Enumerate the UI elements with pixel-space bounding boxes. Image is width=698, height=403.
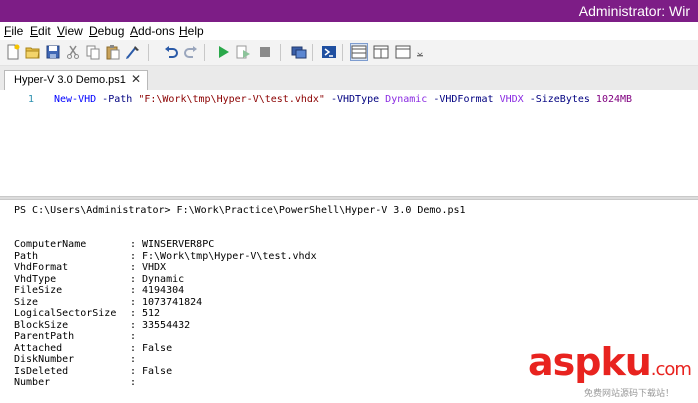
property-separator: : [130,319,137,331]
property-name: VhdFormat [14,262,69,273]
layout-max-icon[interactable] [394,43,412,61]
run-icon[interactable] [214,43,232,61]
property-separator: : [130,239,137,250]
open-folder-icon[interactable] [24,43,42,61]
property-separator: : [130,308,137,319]
property-name: DiskNumber [14,354,75,365]
powershell-console-icon[interactable] [320,43,338,61]
property-separator: : [130,365,137,377]
code-number: 1024MB [595,94,633,105]
property-name: Size [14,296,39,308]
toolbar [0,40,698,66]
menu-file[interactable]: File [4,24,23,38]
property-name: Path [14,250,39,262]
property-name: ComputerName [14,239,87,250]
layout-right-icon[interactable] [372,43,390,61]
layout-top-icon[interactable] [350,43,368,61]
property-value: False [142,365,173,377]
run-selection-icon[interactable] [234,43,252,61]
code-cmdlet: New-VHD [54,94,97,105]
save-icon[interactable] [44,43,62,61]
code-line: New-VHD -Path "F:\Work\tmp\Hyper-V\test.… [54,94,632,105]
code-string: "F:\Work\tmp\Hyper-V\test.vhdx" [138,94,325,105]
menu-edit[interactable]: Edit [30,24,51,38]
watermark-logo: aspku.com 免费网站源码下载站！ [528,340,696,401]
cut-icon[interactable] [64,43,82,61]
clear-icon[interactable] [124,43,142,61]
menu-view[interactable]: View [57,24,83,38]
property-name: FileSize [14,285,63,296]
toolbar-separator [204,44,205,61]
property-separator: : [130,342,137,354]
copy-icon[interactable] [84,43,102,61]
property-name: BlockSize [14,319,69,331]
title-bar: Administrator: Wir [0,0,698,22]
code-param: -VHDFormat [427,94,500,105]
property-value: WINSERVER8PC [142,239,215,250]
menu-bar: File Edit View Debug Add-ons Help [0,22,698,40]
toolbar-separator [148,44,149,61]
property-value: 4194304 [142,285,185,296]
code-arg: VHDX [499,94,524,105]
redo-icon[interactable] [182,43,200,61]
menu-help[interactable]: Help [179,24,204,38]
property-separator: : [130,296,137,308]
toolbar-overflow-icon[interactable] [414,43,426,61]
paste-icon[interactable] [104,43,122,61]
script-editor[interactable]: 1 New-VHD -Path "F:\Work\tmp\Hyper-V\tes… [0,90,698,196]
code-param: -Path [96,94,139,105]
watermark-text: aspku.com [528,340,692,384]
property-name: IsDeleted [14,365,69,377]
menu-debug[interactable]: Debug [89,24,124,38]
console-prompt: PS C:\Users\Administrator> F:\Work\Pract… [14,205,466,216]
toolbar-separator [312,44,313,61]
property-separator: : [130,273,137,285]
property-value: Dynamic [142,273,185,285]
property-value: False [142,342,173,354]
code-param: -VHDType [324,94,386,105]
toolbar-separator [342,44,343,61]
property-name: ParentPath [14,331,75,342]
close-icon[interactable]: ✕ [131,72,141,86]
tab-label: Hyper-V 3.0 Demo.ps1 [14,74,126,86]
property-value: 512 [142,308,161,319]
property-value: F:\Work\tmp\Hyper-V\test.vhdx [142,250,317,262]
menu-add-ons[interactable]: Add-ons [130,24,175,38]
property-name: Attached [14,342,63,354]
property-separator: : [130,285,137,296]
new-file-icon[interactable] [4,43,22,61]
code-param: -SizeBytes [523,94,596,105]
property-value: VHDX [142,262,167,273]
stop-icon[interactable] [256,43,274,61]
watermark-tagline: 免费网站源码下载站！ [584,389,675,399]
property-name: LogicalSectorSize [14,308,117,319]
property-name: Number [14,377,51,388]
toolbar-separator [280,44,281,61]
property-separator: : [130,262,137,273]
code-arg: Dynamic [385,94,428,105]
window-title: Administrator: Wir [578,3,690,19]
property-value: 33554432 [142,319,191,331]
property-name: VhdType [14,273,57,285]
remote-powershell-icon[interactable] [290,43,308,61]
line-number: 1 [28,94,35,105]
property-value: 1073741824 [142,296,203,308]
property-separator: : [130,331,137,342]
property-separator: : [130,377,137,388]
property-separator: : [130,354,137,365]
property-separator: : [130,250,137,262]
undo-icon[interactable] [162,43,180,61]
tab-hyper-v-demo[interactable]: Hyper-V 3.0 Demo.ps1 ✕ [4,70,148,91]
tab-strip: Hyper-V 3.0 Demo.ps1 ✕ [0,66,698,91]
